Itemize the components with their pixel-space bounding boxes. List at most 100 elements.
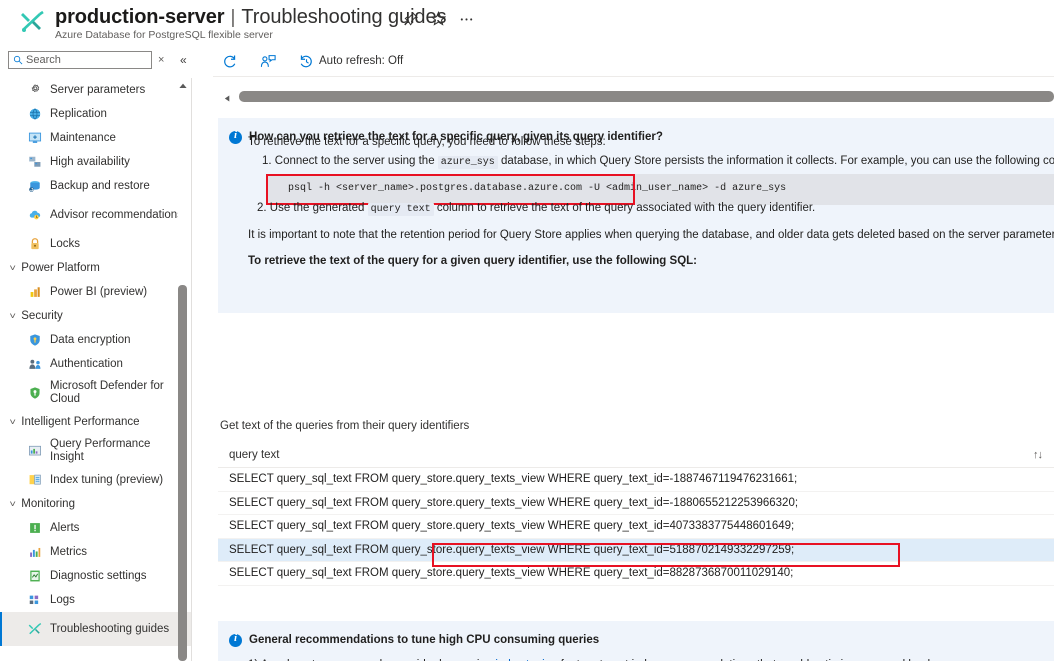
sidebar-group-label: Intelligent Performance	[21, 416, 140, 428]
sidebar-item-label: Troubleshooting guides	[50, 622, 170, 635]
sidebar-divider	[191, 78, 192, 661]
search-clear-button[interactable]: ×	[158, 54, 164, 66]
table-row[interactable]: SELECT query_sql_text FROM query_store.q…	[218, 492, 1054, 515]
step-2-inline-code: query text	[367, 203, 434, 216]
troubleshooting-wrench-screwdriver-icon	[20, 9, 46, 35]
favorite-star-icon[interactable]	[430, 11, 447, 26]
info-retention-note: It is important to note that the retenti…	[248, 228, 1054, 244]
info-step-2: 2. Use the generated query text column t…	[257, 201, 815, 217]
sidebar-item-index-tuning-preview[interactable]: Index tuning (preview)	[0, 468, 192, 492]
collapse-sidebar-button[interactable]: «	[180, 53, 187, 67]
sidebar-item-label: High availability	[50, 155, 130, 168]
sidebar-item-label: Query Performance Insight	[50, 438, 151, 463]
sidebar-item-backup-and-restore[interactable]: Backup and restore	[0, 174, 192, 198]
table-row[interactable]: SELECT query_sql_text FROM query_store.q…	[218, 562, 1054, 586]
psql-command-text: psql -h <server_name>.postgres.database.…	[288, 183, 787, 194]
page-title: production-server | Troubleshooting guid…	[55, 6, 446, 29]
command-bar: Auto refresh: Off	[213, 48, 1054, 74]
sidebar-item-authentication[interactable]: Authentication	[0, 352, 192, 376]
step-2-post-text: column to retrieve the text of the query…	[433, 202, 816, 214]
info-icon	[229, 129, 242, 144]
chevron-down-icon: ˅	[9, 310, 16, 321]
sort-ascending-descending-icon[interactable]: ↑↓	[1033, 449, 1043, 461]
auto-refresh-button[interactable]: Auto refresh: Off	[290, 48, 412, 74]
search-input[interactable]: Search	[8, 51, 152, 69]
table-row[interactable]: SELECT query_sql_text FROM query_store.q…	[218, 468, 1054, 492]
monitor-icon	[28, 131, 42, 145]
search-placeholder: Search	[26, 54, 61, 66]
table-row[interactable]: SELECT query_sql_text FROM query_store.q…	[218, 538, 1054, 562]
sidebar-group-label: Security	[21, 310, 63, 322]
sidebar-item-data-encryption[interactable]: Data encryption	[0, 328, 192, 352]
step-1-post-text: database, in which Query Store persists …	[497, 155, 1054, 167]
query-text-table: query text ↑↓ SELECT query_sql_text FROM…	[218, 442, 1054, 586]
sidebar-item-label: Authentication	[50, 357, 123, 370]
defender-shield-icon	[28, 386, 42, 400]
sidebar-item-diagnostic-settings[interactable]: Diagnostic settings	[0, 564, 192, 588]
search-icon	[13, 55, 23, 65]
sidebar-group-intelligent-performance[interactable]: ˅ Intelligent Performance	[0, 410, 192, 434]
sidebar-item-server-parameters[interactable]: Server parameters	[0, 78, 192, 102]
sidebar-item-label: Advisor recommendations	[50, 208, 183, 221]
sidebar-item-logs[interactable]: Logs	[0, 588, 192, 612]
resource-name: production-server	[55, 6, 225, 28]
more-options-icon[interactable]	[459, 11, 474, 26]
backup-icon	[28, 179, 42, 193]
command-bar-divider	[213, 76, 1054, 77]
sidebar-item-label: Index tuning (preview)	[50, 473, 164, 486]
sidebar-item-label: Locks	[50, 237, 81, 250]
title-separator: |	[230, 7, 236, 28]
feedback-button[interactable]	[251, 48, 290, 74]
scroll-left-arrow[interactable]	[223, 92, 232, 102]
sidebar-item-alerts[interactable]: Alerts	[0, 516, 192, 540]
sidebar-scrollbar-thumb[interactable]	[178, 285, 187, 661]
sidebar-item-maintenance[interactable]: Maintenance	[0, 126, 192, 150]
chevron-down-icon: ˅	[9, 262, 16, 273]
sidebar-item-label: Backup and restore	[50, 179, 150, 192]
sidebar-item-advisor-recommendations[interactable]: Advisor recommendations	[0, 198, 192, 232]
table-row[interactable]: SELECT query_sql_text FROM query_store.q…	[218, 515, 1054, 539]
chevron-down-icon: ˅	[9, 498, 16, 509]
metrics-chart-icon	[28, 545, 42, 559]
sidebar-item-query-performance-insight[interactable]: Query Performance Insight	[0, 434, 192, 468]
info-panel-general-recommendations: General recommendations to tune high CPU…	[218, 621, 1054, 661]
sidebar-item-locks[interactable]: Locks	[0, 232, 192, 256]
sidebar-item-label: Metrics	[50, 545, 88, 558]
resource-menu-sidebar: Server parameters Replication Maintenanc…	[0, 78, 192, 661]
sidebar-item-label: Replication	[50, 107, 107, 120]
step-2-pre-text: 2. Use the generated	[257, 202, 368, 214]
sidebar-group-power-platform[interactable]: ˅ Power Platform	[0, 256, 192, 280]
auto-refresh-label: Auto refresh: Off	[319, 55, 404, 67]
query-insight-icon	[28, 444, 42, 458]
sidebar-scroll-up-arrow[interactable]	[178, 80, 188, 90]
advisor-cloud-icon	[28, 208, 42, 222]
step-1-pre-text: 1. Connect to the server using the	[262, 155, 438, 167]
info-panel-2-header: General recommendations to tune high CPU…	[218, 621, 1054, 647]
refresh-button[interactable]	[213, 48, 251, 74]
info-step-1: 1. Connect to the server using the azure…	[262, 154, 1054, 170]
table-header-row: query text ↑↓	[218, 442, 1054, 468]
sidebar-item-label: Power BI (preview)	[50, 285, 148, 298]
sidebar-item-troubleshooting-guides[interactable]: Troubleshooting guides	[0, 612, 192, 646]
sidebar-group-label: Monitoring	[21, 498, 75, 510]
info-icon	[229, 632, 242, 647]
logs-icon	[28, 593, 42, 607]
horizontal-scrollbar-thumb[interactable]	[239, 91, 1054, 102]
header-actions	[404, 11, 474, 26]
note-pre-text: It is important to note that the retenti…	[248, 229, 1054, 241]
sidebar-group-security[interactable]: ˅ Security	[0, 304, 192, 328]
sidebar-item-label: Diagnostic settings	[50, 569, 147, 582]
shield-key-icon	[28, 333, 42, 347]
sidebar-item-replication[interactable]: Replication	[0, 102, 192, 126]
page-header: production-server | Troubleshooting guid…	[0, 0, 1054, 45]
sidebar-item-power-bi-preview[interactable]: Power BI (preview)	[0, 280, 192, 304]
alerts-bell-icon	[28, 521, 42, 535]
gear-icon	[28, 83, 42, 97]
sidebar-group-monitoring[interactable]: ˅ Monitoring	[0, 492, 192, 516]
pin-icon[interactable]	[404, 11, 419, 26]
info-panel-2-title: General recommendations to tune high CPU…	[249, 634, 600, 646]
sidebar-item-high-availability[interactable]: High availability	[0, 150, 192, 174]
sidebar-item-metrics[interactable]: Metrics	[0, 540, 192, 564]
power-bi-icon	[28, 285, 42, 299]
sidebar-item-microsoft-defender-for-cloud[interactable]: Microsoft Defender for Cloud	[0, 376, 192, 410]
